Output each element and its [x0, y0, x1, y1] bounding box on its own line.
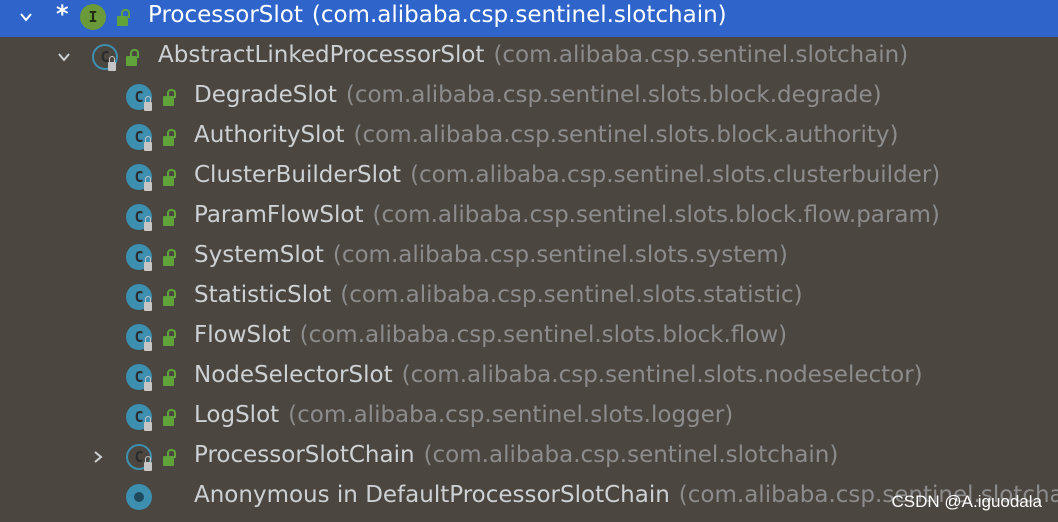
lock-icon	[144, 336, 152, 351]
tree-row-label: AuthoritySlot (com.alibaba.csp.sentinel.s…	[194, 122, 899, 148]
chevron-down-icon[interactable]	[57, 50, 71, 64]
package-name: (com.alibaba.csp.sentinel.slots.block.de…	[345, 82, 882, 108]
tree-row-label: FlowSlot (com.alibaba.csp.sentinel.slots.…	[194, 322, 787, 348]
package-name: (com.alibaba.csp.sentinel.slots.logger)	[288, 402, 734, 428]
tree-row-logslot[interactable]: C LogSlot (com.alibaba.csp.sentinel.slots…	[0, 397, 1058, 437]
class-name: FlowSlot	[194, 322, 291, 348]
interface-icon: I	[80, 4, 106, 30]
public-lock-icon	[117, 9, 130, 26]
class-name: AbstractLinkedProcessorSlot	[158, 42, 485, 68]
class-name: ProcessorSlotChain	[194, 442, 415, 468]
class-name: ParamFlowSlot	[194, 202, 364, 228]
tree-row-label: StatisticSlot (com.alibaba.csp.sentinel.s…	[194, 282, 803, 308]
tree-row-nodeselectorslot[interactable]: C NodeSelectorSlot (com.alibaba.csp.senti…	[0, 357, 1058, 397]
tree-row-label: NodeSelectorSlot (com.alibaba.csp.sentine…	[194, 362, 923, 388]
public-lock-icon	[163, 249, 176, 266]
chevron-down-icon[interactable]	[19, 10, 33, 24]
public-lock-icon	[163, 169, 176, 186]
lock-icon	[144, 176, 152, 191]
public-lock-icon	[163, 449, 176, 466]
tree-row-processorslotchain[interactable]: C ProcessorSlotChain (com.alibaba.csp.sen…	[0, 437, 1058, 477]
package-name: (com.alibaba.csp.sentinel.slots.system)	[332, 242, 788, 268]
class-name: LogSlot	[194, 402, 280, 428]
lock-icon	[144, 296, 152, 311]
tree-row-flowslot[interactable]: C FlowSlot (com.alibaba.csp.sentinel.slot…	[0, 317, 1058, 357]
csdn-watermark: CSDN @A.iguodala	[891, 492, 1043, 511]
tree-row-label: AbstractLinkedProcessorSlot (com.alibaba.…	[158, 42, 908, 68]
package-name: (com.alibaba.csp.sentinel.slots.block.au…	[353, 122, 899, 148]
class-name: DegradeSlot	[194, 82, 337, 108]
lock-icon	[144, 376, 152, 391]
tree-row-paramflowslot[interactable]: C ParamFlowSlot (com.alibaba.csp.sentinel…	[0, 197, 1058, 237]
class-name: Anonymous in DefaultProcessorSlotChain	[194, 482, 670, 508]
package-name: (com.alibaba.csp.sentinel.slots.nodesele…	[401, 362, 923, 388]
package-name: (com.alibaba.csp.sentinel.slotchain)	[311, 2, 727, 28]
lock-icon	[144, 456, 152, 471]
tree-row-label: ClusterBuilderSlot (com.alibaba.csp.senti…	[194, 162, 940, 188]
class-name: ClusterBuilderSlot	[194, 162, 402, 188]
tree-row-label: DegradeSlot (com.alibaba.csp.sentinel.slo…	[194, 82, 882, 108]
class-name: NodeSelectorSlot	[194, 362, 393, 388]
tree-row-degradeslot[interactable]: C DegradeSlot (com.alibaba.csp.sentinel.s…	[0, 77, 1058, 117]
tree-row-abstractlinkedprocessorslot[interactable]: C AbstractLinkedProcessorSlot (com.alibab…	[0, 37, 1058, 77]
tree-row-clusterbuilderslot[interactable]: C ClusterBuilderSlot (com.alibaba.csp.sen…	[0, 157, 1058, 197]
lock-icon	[144, 216, 152, 231]
lock-icon	[144, 416, 152, 431]
tree-row-authorityslot[interactable]: C AuthoritySlot (com.alibaba.csp.sentinel…	[0, 117, 1058, 157]
anonymous-class-icon	[126, 484, 152, 510]
lock-icon	[144, 96, 152, 111]
package-name: (com.alibaba.csp.sentinel.slots.block.fl…	[372, 202, 940, 228]
public-lock-icon	[163, 129, 176, 146]
public-lock-icon	[163, 369, 176, 386]
selected-star: *	[56, 0, 69, 28]
tree-row-systemslot[interactable]: C SystemSlot (com.alibaba.csp.sentinel.sl…	[0, 237, 1058, 277]
tree-row-statisticslot[interactable]: C StatisticSlot (com.alibaba.csp.sentinel…	[0, 277, 1058, 317]
tree-row-processorslot[interactable]: * I ProcessorSlot (com.alibaba.csp.sentin…	[0, 0, 1058, 37]
tree-row-label: SystemSlot (com.alibaba.csp.sentinel.slot…	[194, 242, 788, 268]
package-name: (com.alibaba.csp.sentinel.slotchain)	[423, 442, 839, 468]
tree-row-label: ProcessorSlot (com.alibaba.csp.sentinel.s…	[148, 2, 727, 28]
tree-row-label: LogSlot (com.alibaba.csp.sentinel.slots.l…	[194, 402, 733, 428]
public-lock-icon	[126, 49, 139, 66]
public-lock-icon	[163, 329, 176, 346]
package-name: (com.alibaba.csp.sentinel.slotchain)	[493, 42, 909, 68]
package-name: (com.alibaba.csp.sentinel.slots.statisti…	[340, 282, 803, 308]
public-lock-icon	[163, 209, 176, 226]
public-lock-icon	[163, 89, 176, 106]
lock-icon	[108, 56, 116, 71]
class-name: AuthoritySlot	[194, 122, 345, 148]
lock-icon	[144, 136, 152, 151]
chevron-right-icon[interactable]	[91, 450, 105, 464]
class-name: StatisticSlot	[194, 282, 332, 308]
package-name: (com.alibaba.csp.sentinel.slots.block.fl…	[299, 322, 788, 348]
class-name: ProcessorSlot	[148, 2, 303, 28]
type-hierarchy-tree: * I ProcessorSlot (com.alibaba.csp.sentin…	[0, 0, 1058, 522]
public-lock-icon	[163, 289, 176, 306]
tree-row-label: ParamFlowSlot (com.alibaba.csp.sentinel.s…	[194, 202, 940, 228]
public-lock-icon	[163, 409, 176, 426]
lock-icon	[144, 256, 152, 271]
package-name: (com.alibaba.csp.sentinel.slots.clusterb…	[410, 162, 941, 188]
class-name: SystemSlot	[194, 242, 324, 268]
tree-row-label: ProcessorSlotChain (com.alibaba.csp.senti…	[194, 442, 838, 468]
